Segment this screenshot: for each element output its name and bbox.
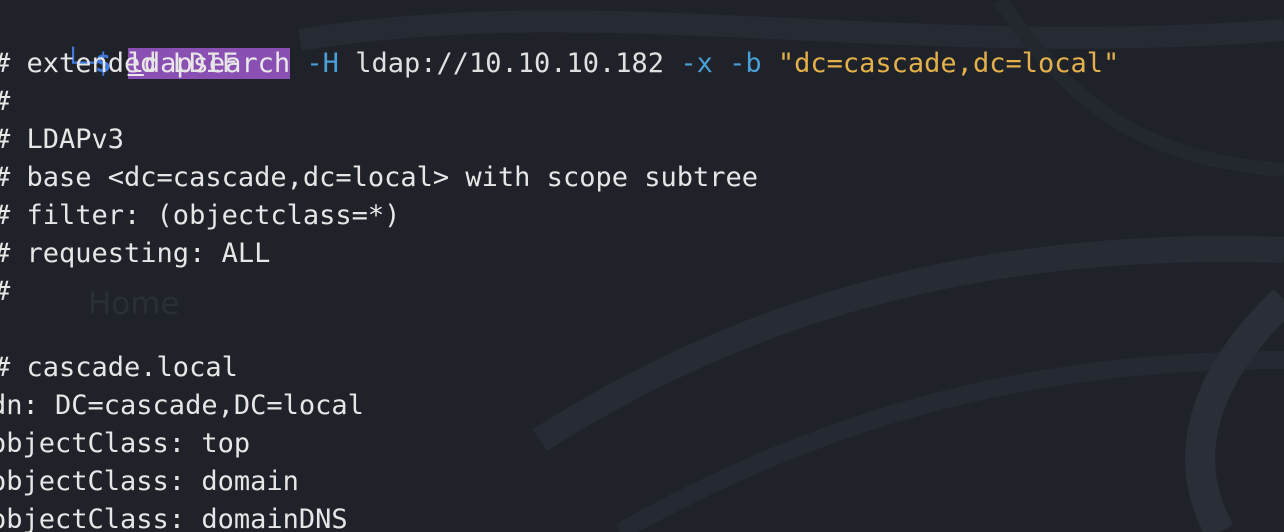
output-line: dn: DC=cascade,DC=local [0, 390, 364, 421]
output-line: # base <dc=cascade,dc=local> with scope … [0, 162, 759, 193]
output-line: # requesting: ALL [0, 238, 271, 269]
output-line: objectClass: domain [0, 466, 299, 497]
output-line: # extended LDIF [0, 48, 238, 79]
base-dn-string: "dc=cascade,dc=local" [777, 48, 1120, 79]
output-line: objectClass: domainDNS [0, 504, 348, 532]
output-line: # filter: (objectclass=*) [0, 200, 401, 231]
output-line: # cascade.local [0, 352, 238, 383]
flag-b: -b [729, 48, 762, 79]
command-line[interactable]: └─$ ldapsearch -H ldap://10.10.10.182 -x… [0, 7, 1119, 79]
output-line: # [0, 83, 10, 121]
output-line: objectClass: top [0, 428, 251, 459]
background-ghost-label: Home [88, 286, 180, 322]
flag-h: -H [306, 48, 339, 79]
output-line: # LDAPv3 [0, 124, 125, 155]
previous-prompt-fragment [0, 0, 640, 6]
output-line: # [0, 273, 10, 311]
ldap-uri: ldap://10.10.10.182 [355, 48, 665, 79]
flag-x: -x [680, 48, 713, 79]
terminal-window[interactable]: Home └─$ ldapsearch -H ldap://10.10.10.1… [0, 0, 1284, 532]
